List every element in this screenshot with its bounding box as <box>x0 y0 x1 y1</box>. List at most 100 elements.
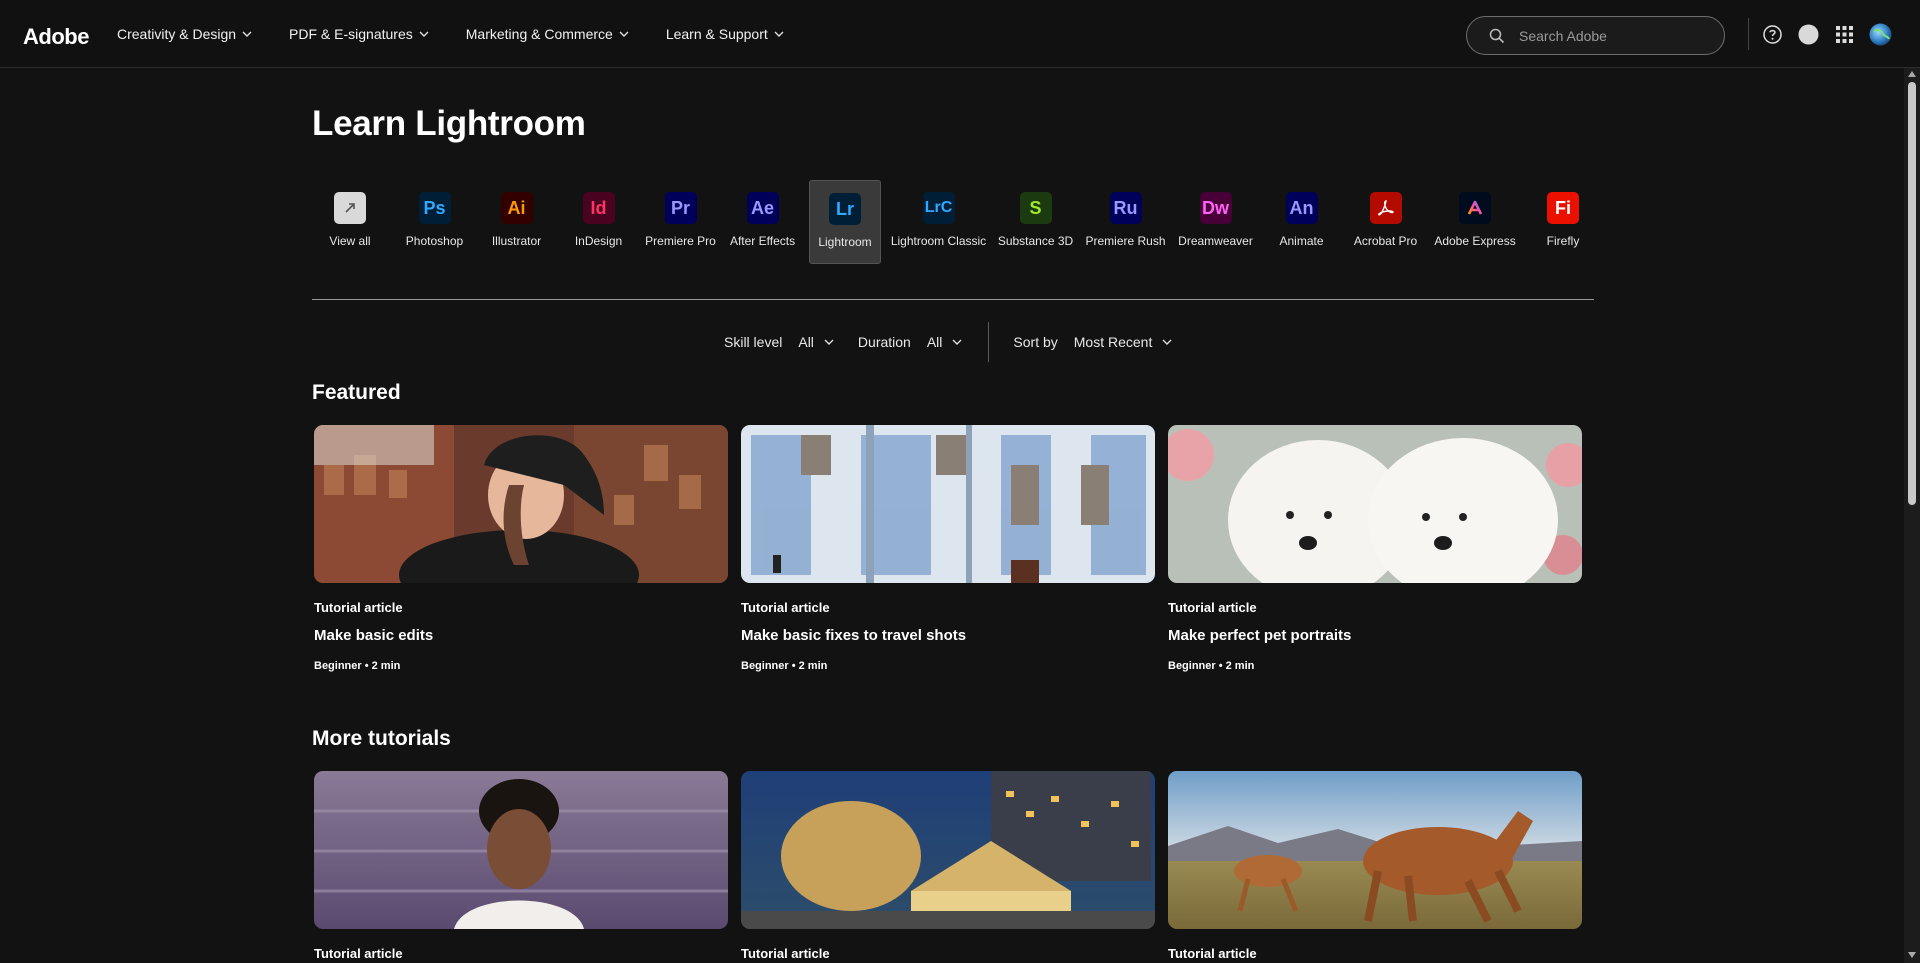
search-box[interactable] <box>1466 16 1725 55</box>
tutorial-card[interactable]: Tutorial article Make basic edits Beginn… <box>314 425 728 672</box>
app-tile-indesign[interactable]: Id InDesign <box>563 180 634 264</box>
chevron-down-icon <box>774 31 784 37</box>
app-label: Acrobat Pro <box>1353 234 1418 248</box>
card-type: Tutorial article <box>741 946 830 961</box>
app-tile-after-effects[interactable]: Ae After Effects <box>727 180 798 264</box>
scroll-down-icon[interactable] <box>1908 952 1916 958</box>
card-thumbnail <box>314 425 728 583</box>
nav-divider <box>1748 18 1749 50</box>
page-scrollbar[interactable] <box>1904 68 1920 963</box>
card-type: Tutorial article <box>1168 600 1257 615</box>
sort-by-label: Sort by <box>1013 334 1058 350</box>
app-label: Adobe Express <box>1434 234 1516 248</box>
filter-bar: Skill level All Duration All Sort by Mos… <box>724 322 1196 362</box>
chevron-down-icon <box>242 31 252 37</box>
firefly-icon: Fi <box>1547 192 1579 224</box>
app-label: Premiere Rush <box>1085 234 1166 248</box>
app-label: InDesign <box>574 234 623 248</box>
lightroom-icon: Lr <box>829 193 861 225</box>
more-tutorial-cards: Tutorial article Tutorial article Tutori… <box>314 771 1595 961</box>
nav-link-creativity-design[interactable]: Creativity & Design <box>117 26 252 42</box>
card-thumbnail <box>741 425 1155 583</box>
substance-3d-icon: S <box>1019 192 1052 224</box>
scroll-up-icon[interactable] <box>1908 71 1916 77</box>
filter-divider <box>988 322 990 362</box>
acrobat-icon <box>1369 192 1402 224</box>
apps-grid-icon[interactable] <box>1834 24 1855 45</box>
photoshop-icon: Ps <box>418 192 451 224</box>
app-tile-lightroom[interactable]: Lr Lightroom <box>809 180 881 264</box>
app-tile-acrobat-pro[interactable]: Acrobat Pro <box>1348 180 1423 264</box>
duration-dropdown[interactable]: All <box>927 334 963 350</box>
card-type: Tutorial article <box>1168 946 1257 961</box>
view-all-icon <box>334 192 366 224</box>
app-tile-lightroom-classic[interactable]: LrC Lightroom Classic <box>890 180 987 264</box>
card-thumbnail <box>1168 771 1582 929</box>
scroll-thumb[interactable] <box>1908 82 1916 505</box>
chevron-down-icon <box>824 339 834 345</box>
more-tutorials-heading: More tutorials <box>312 727 451 750</box>
tutorial-card[interactable]: Tutorial article Make basic fixes to tra… <box>741 425 1155 672</box>
search-icon <box>1489 28 1505 43</box>
tutorial-card[interactable]: Tutorial article Make perfect pet portra… <box>1168 425 1582 672</box>
nav-link-learn-support[interactable]: Learn & Support <box>666 26 784 42</box>
app-tile-premiere-rush[interactable]: Ru Premiere Rush <box>1085 180 1166 264</box>
app-label: Premiere Pro <box>645 234 716 248</box>
app-label: After Effects <box>729 234 796 248</box>
adobe-logo[interactable]: Adobe <box>23 24 89 50</box>
animate-icon: An <box>1285 192 1318 224</box>
section-divider <box>312 299 1594 300</box>
tutorial-card[interactable]: Tutorial article <box>741 771 1155 961</box>
app-label: Illustrator <box>491 234 542 248</box>
app-tile-substance-3d[interactable]: S Substance 3D <box>996 180 1075 264</box>
card-title[interactable]: Make perfect pet portraits <box>1168 627 1582 644</box>
search-input[interactable] <box>1519 27 1709 44</box>
duration-label: Duration <box>857 334 911 350</box>
sort-dropdown[interactable]: Most Recent <box>1074 334 1173 350</box>
featured-heading: Featured <box>312 381 401 404</box>
app-tile-view-all[interactable]: View all <box>312 180 388 264</box>
app-label: Firefly <box>1546 234 1580 248</box>
chevron-down-icon <box>419 31 429 37</box>
app-tile-firefly[interactable]: Fi Firefly <box>1527 180 1599 264</box>
after-effects-icon: Ae <box>746 192 779 224</box>
premiere-rush-icon: Ru <box>1109 192 1142 224</box>
skill-level-dropdown[interactable]: All <box>798 334 834 350</box>
featured-cards: Tutorial article Make basic edits Beginn… <box>314 425 1595 672</box>
nav-link-pdf-esignatures[interactable]: PDF & E-signatures <box>289 26 429 42</box>
app-tile-premiere-pro[interactable]: Pr Premiere Pro <box>645 180 716 264</box>
tutorial-card[interactable]: Tutorial article <box>314 771 728 961</box>
app-label: Photoshop <box>405 234 464 248</box>
card-thumbnail <box>1168 425 1582 583</box>
card-type: Tutorial article <box>314 946 403 961</box>
app-label: Lightroom Classic <box>890 234 987 248</box>
app-label: Lightroom <box>818 235 872 249</box>
card-title[interactable]: Make basic edits <box>314 627 728 644</box>
app-label: Substance 3D <box>997 234 1074 248</box>
card-title[interactable]: Make basic fixes to travel shots <box>741 627 1155 644</box>
illustrator-icon: Ai <box>500 192 533 224</box>
card-meta: Beginner • 2 min <box>741 660 828 672</box>
tutorial-card[interactable]: Tutorial article <box>1168 771 1582 961</box>
premiere-pro-icon: Pr <box>664 192 697 224</box>
nav-links: Creativity & Design PDF & E-signatures M… <box>117 0 821 68</box>
app-label: Dreamweaver <box>1178 234 1253 248</box>
app-filter-bar: View all Ps Photoshop Ai Illustrator Id … <box>312 180 1610 266</box>
card-type: Tutorial article <box>314 600 403 615</box>
chevron-down-icon <box>952 339 962 345</box>
profile-avatar[interactable] <box>1869 23 1892 46</box>
app-tile-adobe-express[interactable]: Adobe Express <box>1434 180 1516 264</box>
app-tile-illustrator[interactable]: Ai Illustrator <box>481 180 552 264</box>
lightroom-classic-icon: LrC <box>922 192 955 224</box>
chevron-down-icon <box>1162 339 1172 345</box>
app-tile-animate[interactable]: An Animate <box>1266 180 1337 264</box>
user-status-icon[interactable] <box>1798 24 1819 45</box>
card-type: Tutorial article <box>741 600 830 615</box>
dreamweaver-icon: Dw <box>1199 192 1232 224</box>
card-meta: Beginner • 2 min <box>1168 660 1255 672</box>
app-label: Animate <box>1279 234 1324 248</box>
nav-link-marketing-commerce[interactable]: Marketing & Commerce <box>466 26 629 42</box>
app-tile-photoshop[interactable]: Ps Photoshop <box>399 180 470 264</box>
help-icon[interactable] <box>1762 24 1783 45</box>
app-tile-dreamweaver[interactable]: Dw Dreamweaver <box>1176 180 1255 264</box>
